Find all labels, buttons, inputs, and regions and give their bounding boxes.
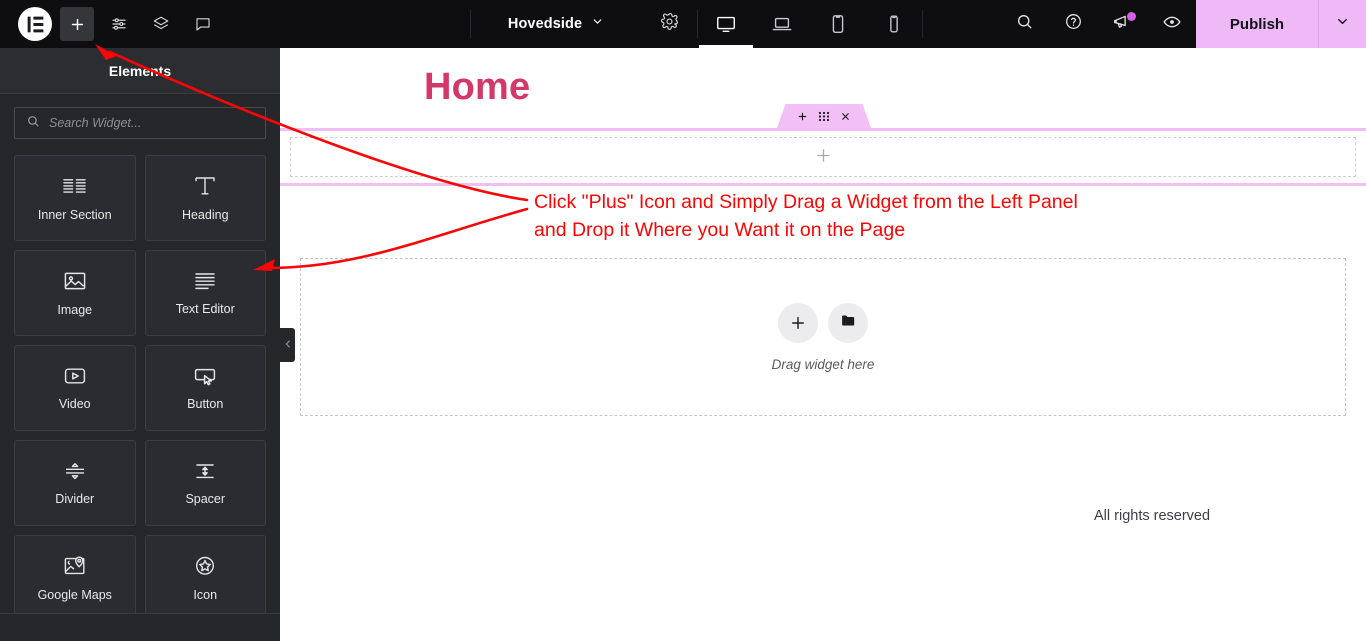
- search-icon: [1015, 12, 1034, 36]
- add-template-button[interactable]: [828, 302, 868, 343]
- text-editor-icon: [192, 270, 218, 292]
- search-input[interactable]: [49, 116, 254, 130]
- selected-section[interactable]: [280, 128, 1366, 186]
- toolbar-right-group: Publish: [1000, 0, 1366, 48]
- widget-heading[interactable]: Heading: [144, 155, 266, 241]
- widget-icon[interactable]: Icon: [144, 535, 266, 613]
- notification-dot: [1127, 12, 1136, 21]
- spacer-icon: [192, 460, 218, 482]
- chevron-down-icon: [591, 15, 604, 33]
- widget-inner-section[interactable]: Inner Section: [14, 155, 136, 241]
- panel-title: Elements: [0, 48, 280, 94]
- widget-label: Inner Section: [37, 207, 112, 222]
- widget-grid: Inner Section Heading Image Text Editor …: [0, 147, 280, 613]
- add-section-icon[interactable]: [797, 111, 808, 122]
- empty-column[interactable]: [290, 137, 1356, 177]
- toolbar-left-group: [0, 0, 470, 48]
- device-tablet-button[interactable]: [810, 0, 866, 48]
- device-desktop-button[interactable]: [698, 0, 754, 48]
- device-laptop-button[interactable]: [754, 0, 810, 48]
- elementor-editor: Hovedside Publish Elements Search Widget…: [0, 0, 1366, 641]
- widget-divider[interactable]: Divider: [14, 440, 136, 526]
- help-button[interactable]: [1049, 0, 1098, 48]
- question-circle-icon: [1064, 12, 1083, 36]
- layers-icon[interactable]: [144, 7, 178, 41]
- device-mode-switcher: [698, 0, 922, 48]
- widget-video[interactable]: Video: [14, 345, 136, 431]
- widget-label: Image: [57, 303, 93, 317]
- preview-changes-button[interactable]: [1147, 0, 1196, 48]
- panel-footer: [0, 613, 280, 641]
- plus-icon[interactable]: [814, 146, 833, 169]
- document-name: Hovedside: [507, 16, 583, 32]
- widget-text-editor[interactable]: Text Editor: [144, 250, 266, 336]
- widget-image[interactable]: Image: [14, 250, 136, 336]
- editor-canvas: Home Drag widget here All rights reserve…: [280, 48, 1366, 641]
- heading-icon: [192, 174, 218, 198]
- widget-label: Spacer: [185, 492, 226, 506]
- publish-options-button[interactable]: [1318, 0, 1366, 48]
- panel-search-container: [0, 94, 280, 147]
- add-new-section-button[interactable]: [778, 302, 818, 343]
- image-icon: [62, 269, 88, 293]
- device-mobile-button[interactable]: [866, 0, 922, 48]
- comment-icon[interactable]: [186, 7, 220, 41]
- add-element-button[interactable]: [60, 7, 94, 41]
- dropzone-label: Drag widget here: [771, 356, 875, 372]
- star-icon: [192, 554, 218, 578]
- drag-dots-icon[interactable]: [818, 111, 830, 122]
- folder-icon: [840, 312, 857, 334]
- chevron-down-icon: [1335, 14, 1350, 34]
- top-toolbar: Hovedside Publish: [0, 0, 1366, 48]
- whats-new-button[interactable]: [1098, 0, 1147, 48]
- panel-collapse-button[interactable]: [280, 328, 295, 362]
- widget-google-maps[interactable]: Google Maps: [14, 535, 136, 613]
- widget-dropzone[interactable]: Drag widget here: [300, 258, 1346, 416]
- widget-label: Divider: [55, 492, 95, 506]
- chevron-left-icon: [283, 336, 293, 354]
- close-icon[interactable]: [840, 111, 851, 122]
- inner-section-icon: [61, 175, 88, 198]
- widget-spacer[interactable]: Spacer: [144, 440, 266, 526]
- document-settings-button[interactable]: [641, 0, 697, 48]
- widget-button[interactable]: Button: [144, 345, 266, 431]
- eye-icon: [1162, 12, 1182, 37]
- video-icon: [62, 365, 88, 387]
- search-widget-box[interactable]: [14, 107, 266, 139]
- button-icon: [192, 365, 218, 387]
- widget-label: Icon: [193, 588, 218, 602]
- elements-panel: Elements Inn: [0, 48, 280, 641]
- elementor-logo-icon[interactable]: [18, 7, 52, 41]
- finder-search-button[interactable]: [1000, 0, 1049, 48]
- widget-label: Button: [187, 397, 224, 411]
- document-name-dropdown[interactable]: Hovedside: [471, 0, 641, 48]
- search-icon: [26, 114, 40, 133]
- divider-icon: [62, 460, 88, 482]
- widget-label: Text Editor: [175, 302, 235, 316]
- widget-label: Google Maps: [37, 588, 112, 602]
- section-handle-toolbar: [777, 104, 871, 128]
- page-title: Home: [424, 66, 531, 108]
- footer-copyright-text: All rights reserved: [1094, 508, 1211, 524]
- google-maps-icon: [62, 554, 88, 578]
- widget-label: Video: [58, 397, 91, 411]
- dropzone-buttons: [778, 302, 868, 343]
- publish-button[interactable]: Publish: [1196, 0, 1318, 48]
- sliders-icon[interactable]: [102, 7, 136, 41]
- gear-icon: [660, 12, 679, 36]
- widget-label: Heading: [181, 208, 229, 222]
